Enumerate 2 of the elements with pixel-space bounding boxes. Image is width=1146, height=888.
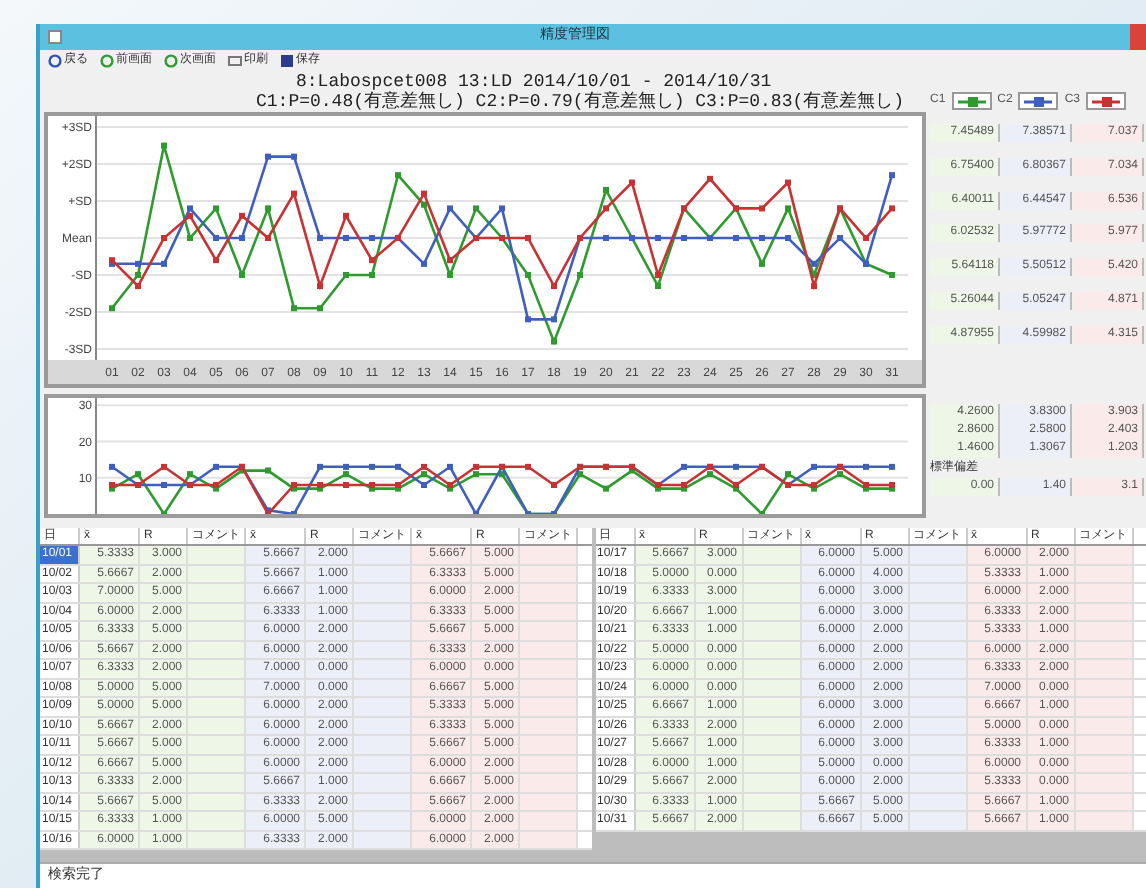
header-text: 8:Labospcet008 13:LD 2014/10/01 - 2014/10/31 [294, 72, 774, 92]
header-text: C1:P=0.48(有意差無し) C2:P=0.79(有意差無し) C3:P=0.83(有意差無し) [256, 92, 907, 112]
